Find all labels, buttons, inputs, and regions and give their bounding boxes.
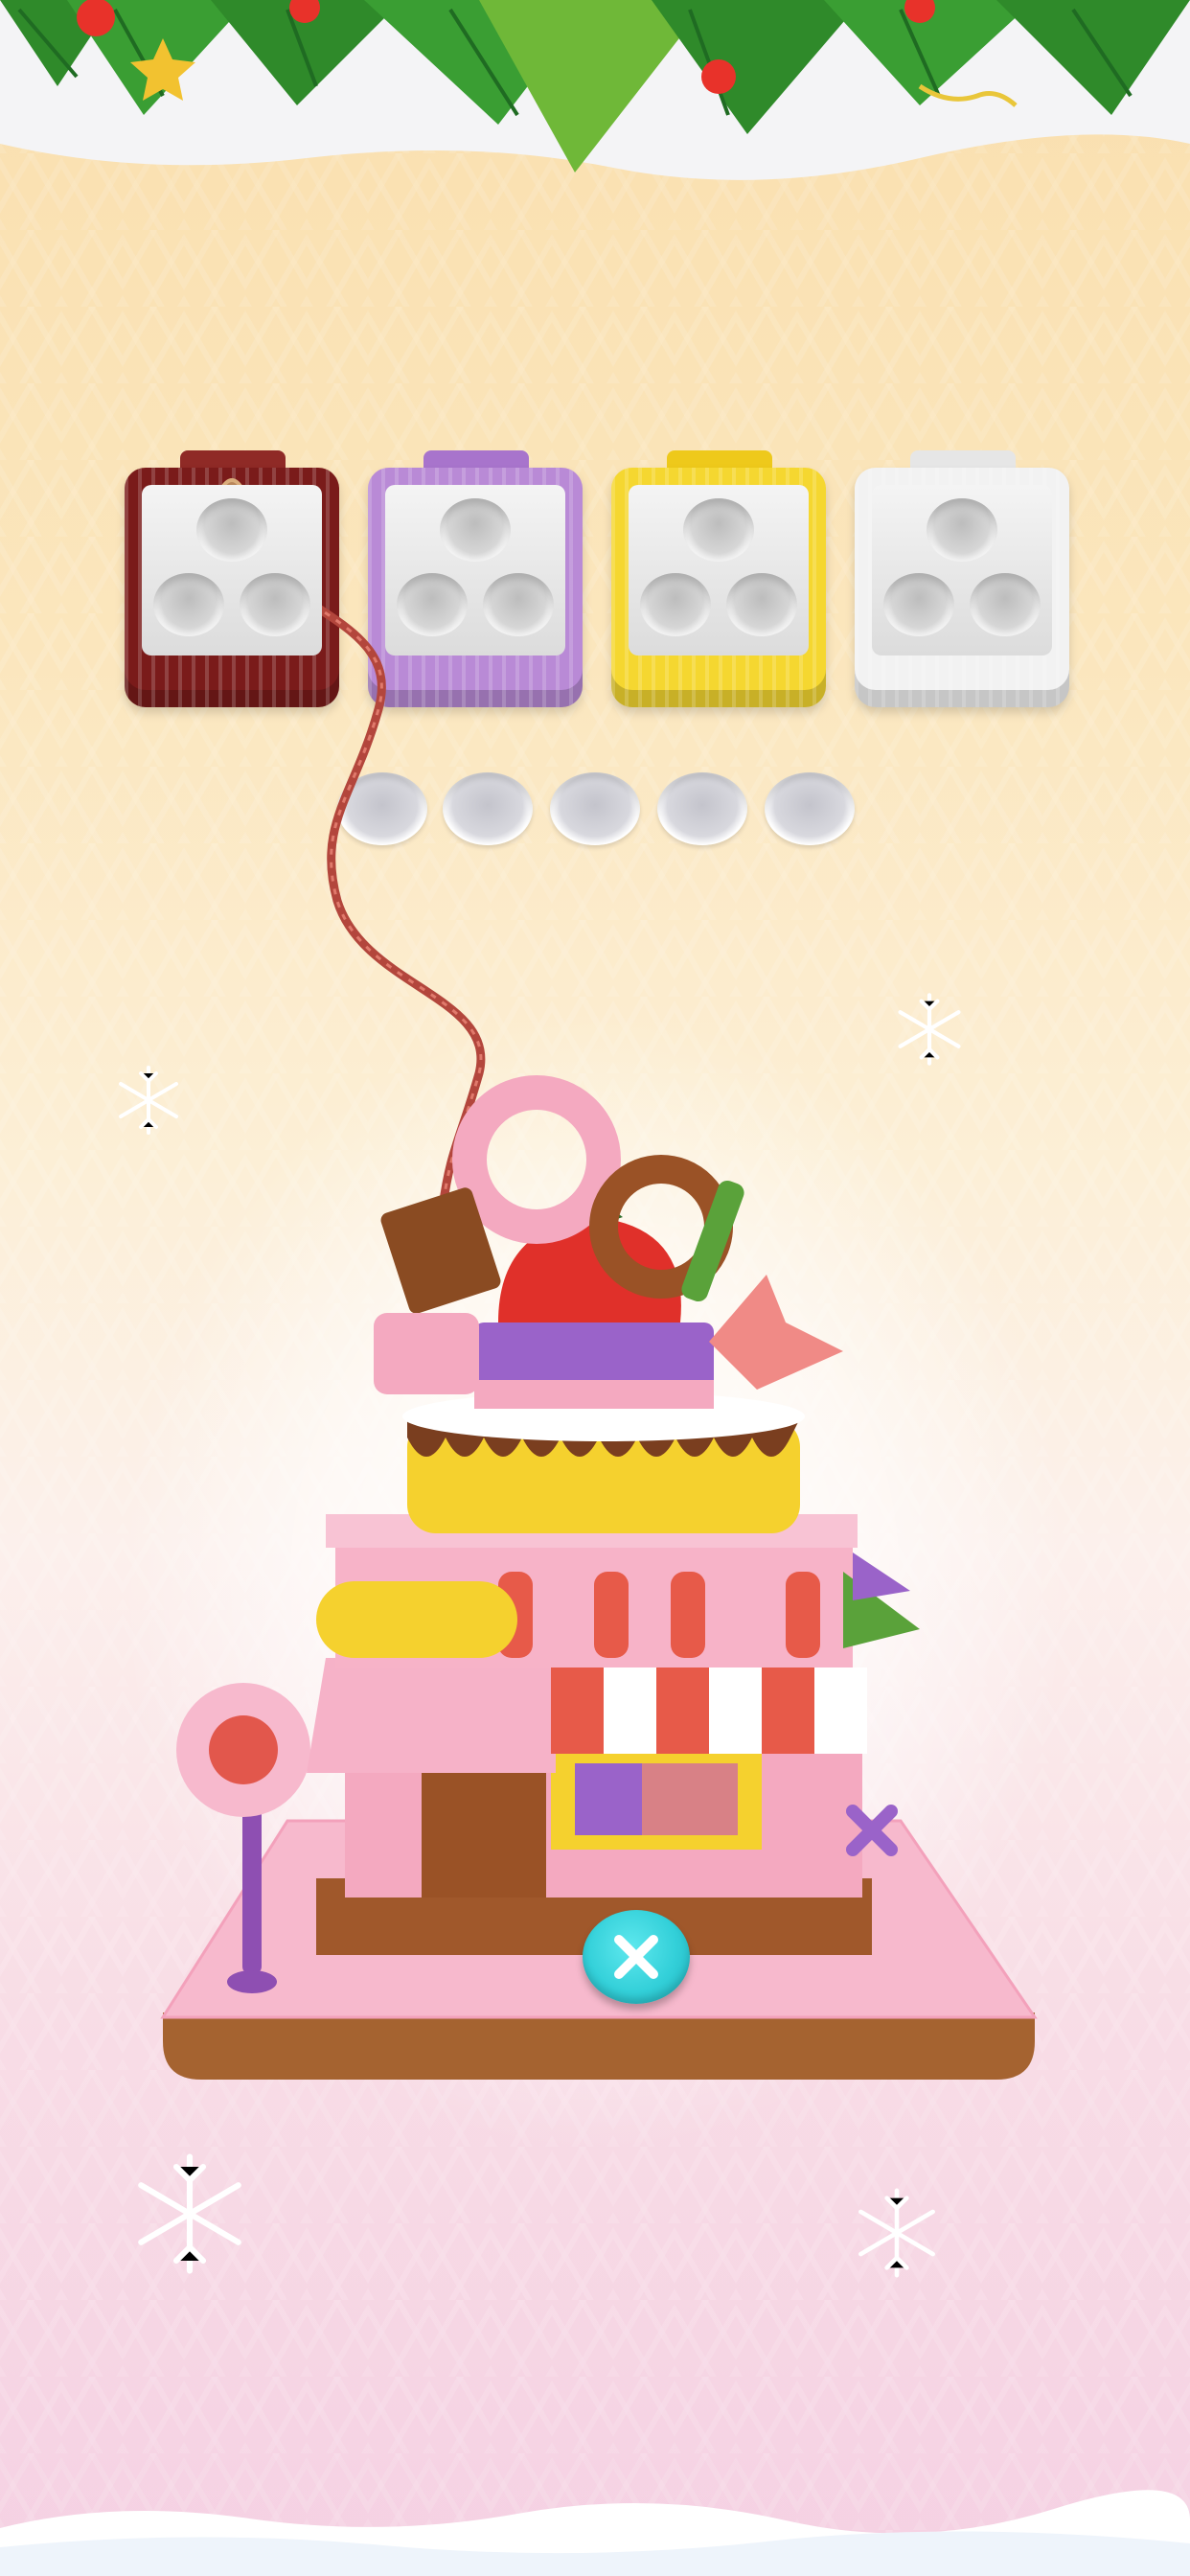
yarn-slot [440,498,511,562]
box-slots [385,485,565,656]
yarn-slot [196,498,267,562]
yarn-slot [640,573,711,636]
snowflake-icon [138,2153,241,2274]
remove-button[interactable] [583,1910,690,2004]
yarn-slot [883,573,954,636]
box-slots [142,485,322,656]
yarn-slot [683,498,754,562]
x-icon [614,1935,658,1979]
yarn-slot [970,573,1041,636]
yarn-slot [483,573,554,636]
game-screen [0,0,1190,2576]
box-slots [872,485,1052,656]
snowflake-icon [858,2188,935,2278]
snow-bank [0,2490,1190,2576]
yarn-slot [927,498,997,562]
yarn-slot [240,573,310,636]
yarn-slot [726,573,797,636]
yarn-slot [153,573,224,636]
box-slots [629,485,809,656]
yarn-slot [397,573,468,636]
